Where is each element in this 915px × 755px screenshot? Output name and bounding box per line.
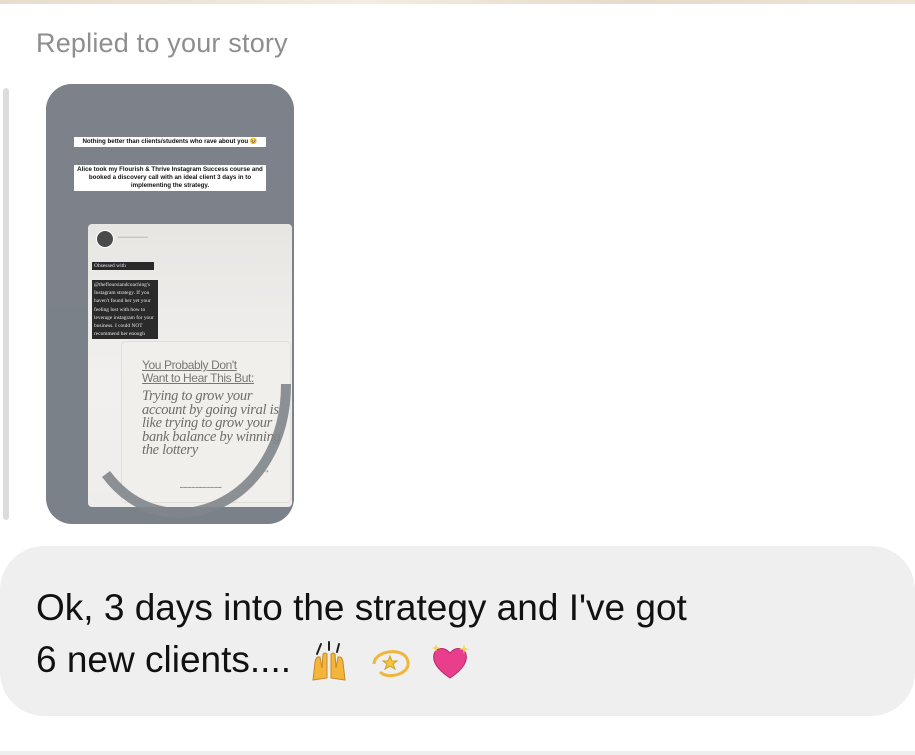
reply-indicator-bar — [3, 88, 9, 520]
top-edge — [0, 0, 915, 4]
message-line-2: 6 new clients.... — [36, 639, 292, 680]
story-caption-1: Nothing better than clients/students who… — [74, 137, 266, 147]
message-line-2-wrap: 6 new clients.... — [36, 634, 896, 686]
bottom-edge — [0, 751, 915, 755]
story-handle: ▬▬▬▬▬▬ — [118, 234, 148, 240]
sparkling-heart-icon — [431, 644, 469, 679]
avatar — [96, 230, 114, 248]
story-dark-label: Obsessed with — [92, 262, 154, 270]
dizzy-icon — [372, 650, 410, 678]
embedded-post-card: You Probably Don't Want to Hear This But… — [121, 341, 291, 503]
message-text: Ok, 3 days into the strategy and I've go… — [36, 582, 896, 686]
post-footer: ▬▬▬▬▬▬▬▬▬▬▬ — [180, 485, 222, 489]
story-caption-2: Alice took my Flourish & Thrive Instagra… — [74, 165, 266, 191]
reply-context-label: Replied to your story — [36, 28, 288, 58]
post-body: Trying to grow your account by going vir… — [142, 388, 281, 458]
raising-hands-icon — [312, 641, 346, 681]
story-preview[interactable]: Nothing better than clients/students who… — [46, 84, 294, 524]
arrow-right-icon: → — [259, 462, 271, 476]
story-dark-text: @thefloursiandcoaching's Instagram strat… — [92, 280, 158, 340]
post-headline: You Probably Don't Want to Hear This But… — [142, 358, 254, 385]
message-line-1: Ok, 3 days into the strategy and I've go… — [36, 587, 687, 628]
